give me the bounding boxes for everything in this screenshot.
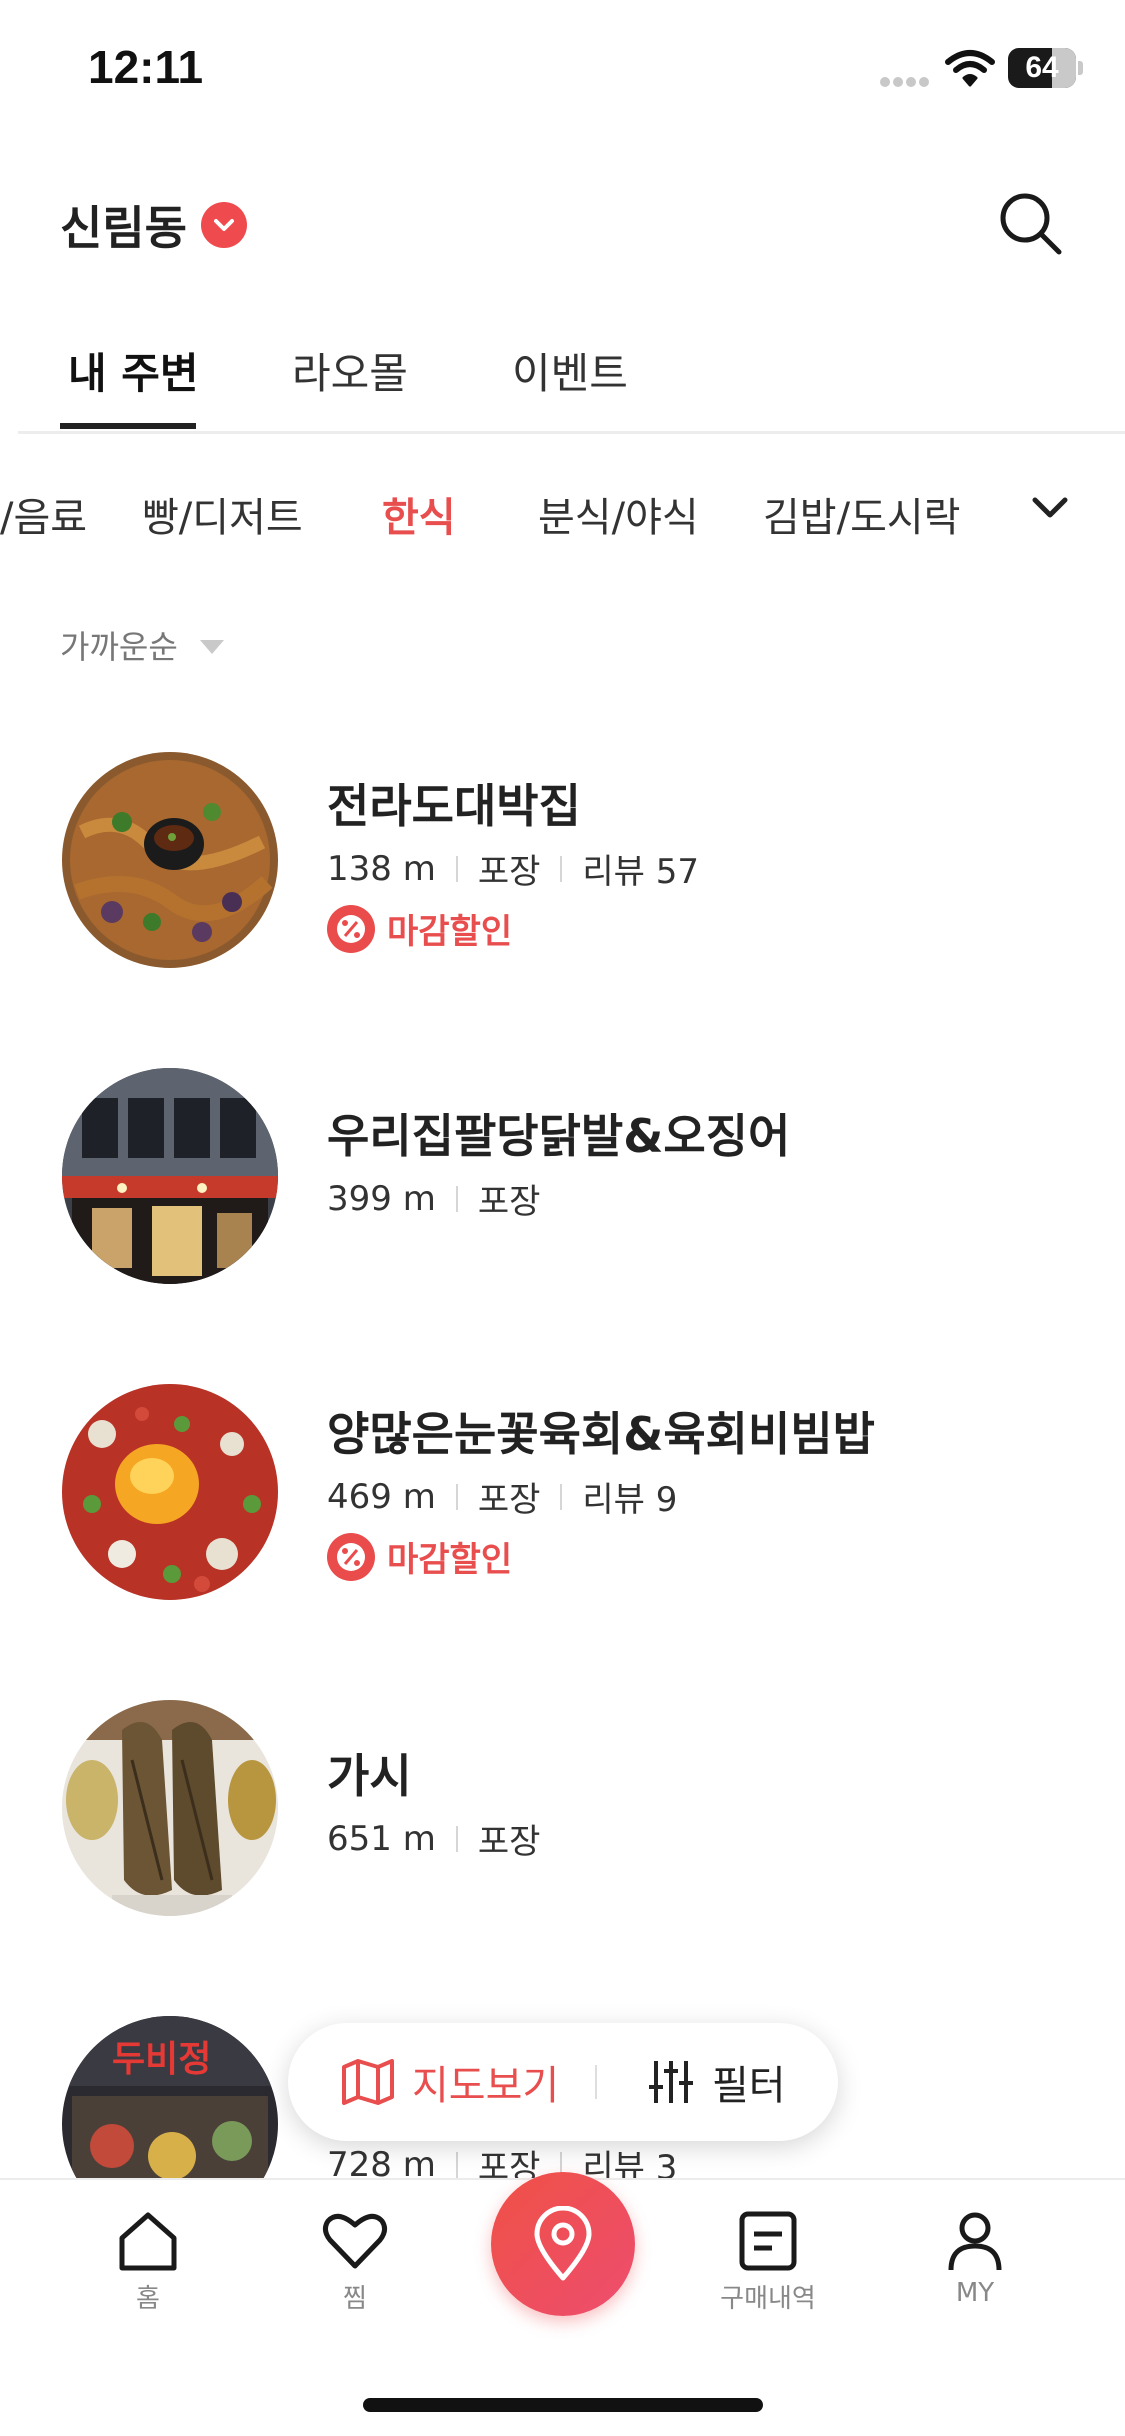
- store-service: 포장: [477, 1822, 541, 1862]
- store-sign-text: 두비정: [112, 2039, 211, 2080]
- tab-events[interactable]: 이벤트: [512, 340, 628, 401]
- nav-favorites[interactable]: 찜: [280, 2210, 430, 2315]
- map-view-button[interactable]: 지도보기: [340, 2053, 559, 2111]
- chevron-down-icon: [200, 202, 247, 248]
- profile-icon: [948, 2212, 1002, 2271]
- map-icon: [342, 2059, 394, 2105]
- meta-divider: [455, 1825, 458, 1852]
- store-meta: 651 m 포장: [327, 1814, 540, 1863]
- store-name: 가시: [327, 1749, 412, 1803]
- meta-divider: [455, 1185, 458, 1212]
- battery-icon: 64: [1008, 48, 1083, 88]
- top-tabs: 내 주변 라오몰 이벤트: [0, 330, 1125, 432]
- tab-laomall[interactable]: 라오몰: [292, 340, 408, 401]
- discount-badge: 마감할인: [327, 1532, 512, 1581]
- meta-divider: [560, 1483, 563, 1510]
- store-distance: 651 m: [327, 1818, 436, 1859]
- store-item[interactable]: 전라도대박집 138 m 포장 리뷰 57 마감할인: [0, 752, 1125, 1012]
- store-item[interactable]: 가시 651 m 포장: [0, 1700, 1125, 1960]
- meta-divider: [455, 1483, 458, 1510]
- store-meta: 399 m 포장: [327, 1174, 540, 1223]
- tab-nearby[interactable]: 내 주변: [68, 340, 199, 401]
- nav-purchases-label: 구매내역: [720, 2284, 816, 2314]
- signal-icon: [880, 72, 932, 87]
- store-name: 전라도대박집: [327, 779, 581, 833]
- meta-divider: [560, 855, 563, 882]
- discount-icon: [327, 904, 375, 953]
- location-selector[interactable]: 신림동: [60, 190, 247, 260]
- category-snack[interactable]: 분식/야식: [538, 485, 699, 543]
- caret-down-icon: [199, 640, 224, 654]
- map-filter-bar: 지도보기 필터: [288, 2023, 838, 2141]
- status-bar: 12:11 64: [0, 0, 1125, 140]
- tab-underline: [60, 423, 196, 429]
- wifi-icon: [945, 50, 995, 87]
- category-bakery-dessert[interactable]: 빵/디저트: [142, 485, 303, 543]
- store-meta: 138 m 포장 리뷰 57: [327, 844, 699, 893]
- nav-my[interactable]: MY: [900, 2210, 1050, 2308]
- store-photo: [62, 752, 278, 968]
- battery-level: 64: [1025, 51, 1059, 84]
- store-review: 리뷰 9: [582, 1480, 678, 1520]
- store-review: 리뷰 57: [582, 852, 700, 892]
- divider: [595, 2065, 597, 2099]
- map-view-label: 지도보기: [412, 2063, 560, 2109]
- divider: [18, 431, 1125, 434]
- sort-label: 가까운순: [60, 628, 178, 666]
- location-name: 신림동: [60, 201, 187, 255]
- store-photo: [62, 1700, 278, 1916]
- store-service: 포장: [477, 1182, 541, 1222]
- store-photo: [62, 1068, 278, 1284]
- nav-location-button[interactable]: [491, 2172, 635, 2316]
- location-pin-icon: [534, 2206, 592, 2281]
- store-name: 우리집팔당닭발&오징어: [327, 1109, 791, 1163]
- nav-favorites-label: 찜: [343, 2284, 367, 2314]
- store-photo: [62, 1384, 278, 1600]
- discount-badge: 마감할인: [327, 904, 512, 953]
- receipt-icon: [739, 2211, 797, 2271]
- category-drinks[interactable]: /음료: [0, 485, 87, 543]
- search-icon[interactable]: [995, 188, 1065, 258]
- status-time: 12:11: [88, 41, 204, 93]
- filter-icon: [649, 2061, 693, 2103]
- store-item[interactable]: 양많은눈꽃육회&육회비빔밥 469 m 포장 리뷰 9 마감할인: [0, 1384, 1125, 1644]
- discount-label: 마감할인: [387, 1540, 513, 1580]
- nav-home[interactable]: 홈: [73, 2210, 223, 2315]
- store-distance: 469 m: [327, 1476, 436, 1517]
- home-icon: [119, 2212, 177, 2271]
- home-indicator: [363, 2398, 763, 2412]
- store-distance: 399 m: [327, 1178, 436, 1219]
- filter-label: 필터: [712, 2063, 786, 2109]
- discount-label: 마감할인: [387, 912, 513, 952]
- nav-my-label: MY: [955, 2278, 995, 2308]
- heart-icon: [322, 2213, 388, 2269]
- filter-button[interactable]: 필터: [648, 2053, 786, 2111]
- nav-home-label: 홈: [136, 2284, 160, 2314]
- chevron-down-icon[interactable]: [1027, 485, 1073, 531]
- sort-dropdown[interactable]: 가까운순: [60, 622, 224, 668]
- nav-purchases[interactable]: 구매내역: [693, 2210, 843, 2315]
- store-name: 양많은눈꽃육회&육회비빔밥: [327, 1407, 875, 1461]
- store-meta: 469 m 포장 리뷰 9: [327, 1472, 677, 1521]
- store-distance: 138 m: [327, 848, 436, 889]
- store-service: 포장: [477, 852, 541, 892]
- discount-icon: [327, 1532, 375, 1581]
- meta-divider: [455, 2151, 458, 2178]
- meta-divider: [455, 855, 458, 882]
- category-korean[interactable]: 한식: [382, 485, 456, 543]
- store-item[interactable]: 우리집팔당닭발&오징어 399 m 포장: [0, 1068, 1125, 1328]
- store-service: 포장: [477, 1480, 541, 1520]
- category-gimbap[interactable]: 김밥/도시락: [763, 485, 960, 543]
